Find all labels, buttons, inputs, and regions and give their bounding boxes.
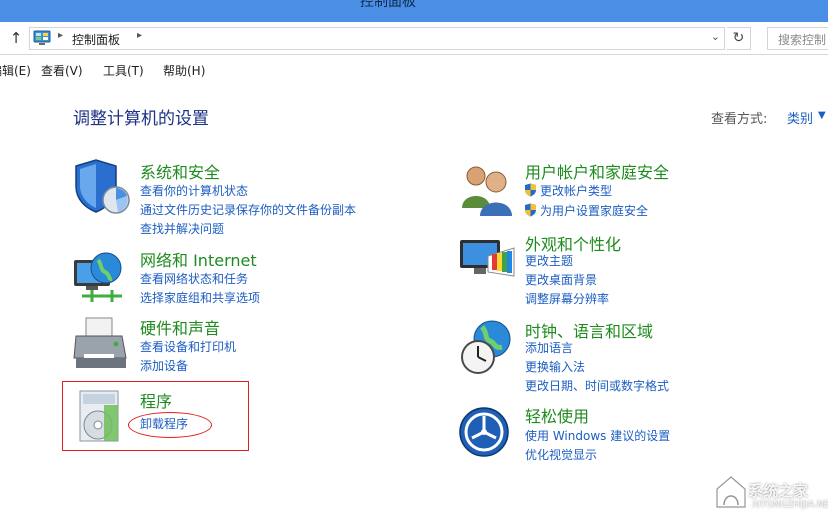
up-arrow-icon[interactable]: ↑ bbox=[6, 28, 26, 48]
refresh-button[interactable]: ↻ bbox=[727, 27, 751, 50]
link-desktop-background[interactable]: 更改桌面背景 bbox=[525, 271, 597, 288]
watermark: 系统之家 XITONGZHIJIA.NET bbox=[700, 467, 828, 516]
watermark-text: 系统之家 bbox=[748, 482, 809, 500]
breadcrumb-chevron-icon[interactable]: ▸ bbox=[58, 30, 63, 41]
link-change-input-method[interactable]: 更换输入法 bbox=[525, 358, 585, 375]
refresh-icon: ↻ bbox=[732, 30, 745, 46]
ease-of-access-icon[interactable] bbox=[458, 404, 518, 464]
watermark-url: XITONGZHIJIA.NET bbox=[752, 500, 828, 510]
annotation-highlight-ellipse bbox=[128, 412, 212, 438]
breadcrumb-chevron-icon[interactable]: ▸ bbox=[137, 30, 142, 41]
category-title[interactable]: 系统和安全 bbox=[140, 159, 220, 183]
link-optimize-visual-display[interactable]: 优化视觉显示 bbox=[525, 446, 597, 463]
category-title[interactable]: 网络和 Internet bbox=[140, 247, 257, 271]
category-title[interactable]: 硬件和声音 bbox=[140, 315, 220, 339]
menu-edit[interactable]: 编辑(E) bbox=[0, 62, 31, 79]
uac-shield-icon bbox=[525, 183, 536, 197]
address-toolbar: ↑ ▸ 控制面板 ▸ ⌄ ↻ 搜索控制 bbox=[0, 22, 828, 55]
link-add-device[interactable]: 添加设备 bbox=[140, 357, 188, 374]
printer-icon[interactable] bbox=[72, 314, 132, 374]
link-change-account-type[interactable]: 更改帐户类型 bbox=[524, 182, 612, 199]
window-titlebar: 控制面板 bbox=[0, 0, 828, 22]
link-date-time-format[interactable]: 更改日期、时间或数字格式 bbox=[525, 377, 669, 394]
window-title: 控制面板 bbox=[360, 0, 416, 10]
watermark-logo-icon bbox=[716, 476, 746, 508]
page-title: 调整计算机的设置 bbox=[73, 109, 209, 129]
link-devices-printers[interactable]: 查看设备和打印机 bbox=[140, 338, 236, 355]
breadcrumb-control-panel[interactable]: 控制面板 bbox=[72, 31, 120, 48]
uac-shield-icon bbox=[525, 203, 536, 217]
control-panel-icon bbox=[33, 30, 51, 45]
menu-view[interactable]: 查看(V) bbox=[41, 62, 83, 79]
link-add-language[interactable]: 添加语言 bbox=[525, 339, 573, 356]
clock-globe-icon[interactable] bbox=[458, 317, 518, 377]
link-troubleshoot[interactable]: 查找并解决问题 bbox=[140, 220, 224, 237]
view-by-label: 查看方式: bbox=[711, 112, 768, 127]
menu-help[interactable]: 帮助(H) bbox=[163, 62, 205, 79]
shield-icon[interactable] bbox=[72, 158, 132, 218]
link-file-history-backup[interactable]: 通过文件历史记录保存你的文件备份副本 bbox=[140, 201, 356, 218]
link-label: 更改帐户类型 bbox=[540, 184, 613, 198]
link-family-safety[interactable]: 为用户设置家庭安全 bbox=[524, 202, 648, 219]
menu-bar: 编辑(E) 查看(V) 工具(T) 帮助(H) bbox=[0, 56, 828, 82]
menu-tools[interactable]: 工具(T) bbox=[103, 62, 144, 79]
link-label: 为用户设置家庭安全 bbox=[540, 204, 649, 218]
address-bar[interactable]: ▸ 控制面板 ▸ ⌄ bbox=[29, 27, 725, 50]
link-windows-recommended-settings[interactable]: 使用 Windows 建议的设置 bbox=[525, 427, 670, 444]
category-title[interactable]: 用户帐户和家庭安全 bbox=[525, 159, 669, 183]
chevron-down-icon[interactable]: ⌄ bbox=[711, 30, 720, 43]
network-globe-icon[interactable] bbox=[72, 246, 132, 306]
search-input[interactable]: 搜索控制 bbox=[767, 27, 828, 50]
link-view-computer-status[interactable]: 查看你的计算机状态 bbox=[140, 182, 248, 199]
category-title[interactable]: 轻松使用 bbox=[525, 403, 589, 427]
display-palette-icon[interactable] bbox=[458, 230, 518, 290]
link-screen-resolution[interactable]: 调整屏幕分辨率 bbox=[525, 290, 609, 307]
link-homegroup-sharing[interactable]: 选择家庭组和共享选项 bbox=[140, 289, 260, 306]
link-change-theme[interactable]: 更改主题 bbox=[525, 252, 573, 269]
chevron-down-icon[interactable]: ▼ bbox=[818, 110, 826, 121]
users-icon[interactable] bbox=[458, 160, 518, 220]
view-by-dropdown[interactable]: 类别 bbox=[787, 108, 813, 127]
link-network-status[interactable]: 查看网络状态和任务 bbox=[140, 270, 248, 287]
